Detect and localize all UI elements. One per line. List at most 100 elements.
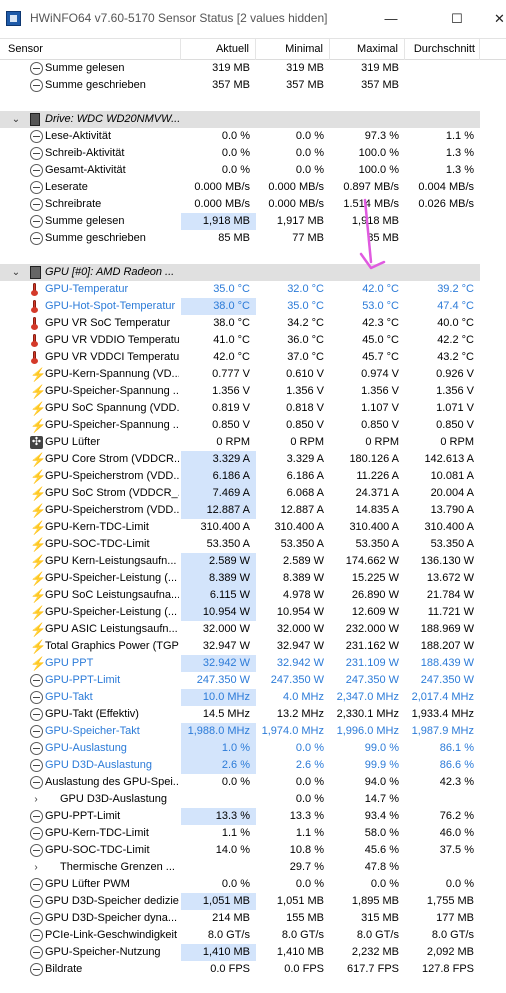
current-value: 310.400 A [200, 521, 250, 533]
sensor-row[interactable]: GPU-Takt (Effektiv) 14.5 MHz 13.2 MHz 2,330… [0, 706, 506, 723]
minimize-button[interactable]: — [368, 0, 414, 38]
maximum-value: 42.0 °C [362, 283, 399, 295]
sensor-row[interactable]: ⚡ Total Graphics Power (TGP) 32.947 W 32.94… [0, 638, 506, 655]
sensor-row[interactable]: GPU VR VDDIO Temperatur 41.0 °C 36.0 °C 45.… [0, 332, 506, 349]
column-header-maximum[interactable]: Maximal [330, 39, 405, 60]
expand-chevron-icon[interactable]: › [30, 791, 42, 808]
sensor-row[interactable]: ⚡ GPU SoC Spannung (VDD... 0.819 V 0.818 V 1… [0, 400, 506, 417]
current-value: 0 RPM [216, 436, 250, 448]
sensor-row[interactable]: Leserate 0.000 MB/s 0.000 MB/s 0.897 MB/s 0.… [0, 179, 506, 196]
sensor-row[interactable]: PCIe-Link-Geschwindigkeit 8.0 GT/s 8.0 GT/… [0, 927, 506, 944]
sensor-row[interactable]: GPU-PPT-Limit 247.350 W 247.350 W 247.350 W… [0, 672, 506, 689]
sensor-row[interactable]: ⚡ GPU-Speicherstrom (VDD... 6.186 A 6.186 A… [0, 468, 506, 485]
collapse-chevron-icon[interactable]: ⌄ [10, 264, 22, 281]
sensor-label: GPU D3D-Auslastung [60, 793, 167, 805]
sensor-subgroup-row[interactable]: › Thermische Grenzen ... 29.7 % 47.8 % [0, 859, 506, 876]
group-label: GPU [#0]: AMD Radeon ... [45, 266, 175, 278]
sensor-row[interactable]: ⚡ GPU-Speicher-Spannung ... 0.850 V 0.850 V… [0, 417, 506, 434]
sensor-row[interactable]: GPU-Kern-TDC-Limit 1.1 % 1.1 % 58.0 % 46.0 % [0, 825, 506, 842]
minimum-value: 36.0 °C [287, 334, 324, 346]
column-header-sensor[interactable]: Sensor [0, 39, 181, 60]
sensor-row[interactable]: GPU-Hot-Spot-Temperatur 38.0 °C 35.0 °C 53.… [0, 298, 506, 315]
sensor-row[interactable]: GPU-Auslastung 1.0 % 0.0 % 99.0 % 86.1 % [0, 740, 506, 757]
sensor-row[interactable]: GPU D3D-Speicher dyna... 214 MB 155 MB 315 … [0, 910, 506, 927]
current-value: 14.0 % [215, 844, 250, 856]
sensor-row[interactable]: ⚡ GPU SoC Leistungsaufna... 6.115 W 4.978 W… [0, 587, 506, 604]
sensor-row[interactable]: ⚡ GPU-Speicher-Leistung (... 8.389 W 8.389 … [0, 570, 506, 587]
sensor-row[interactable]: Bildrate 0.0 FPS 0.0 FPS 617.7 FPS 127.8 FPS [0, 961, 506, 978]
sensor-label: Schreib-Aktivität [45, 147, 125, 159]
sensor-row[interactable]: ⚡ GPU-SOC-TDC-Limit 53.350 A 53.350 A 53.350… [0, 536, 506, 553]
sensor-row[interactable]: Summe gelesen 319 MB 319 MB 319 MB [0, 60, 506, 77]
average-value: 10.081 A [430, 470, 474, 482]
sensor-label: PCIe-Link-Geschwindigkeit [45, 929, 178, 941]
minimum-value: 0.0 % [295, 130, 324, 142]
sensor-label: GPU-SOC-TDC-Limit [45, 538, 150, 550]
sensor-row[interactable]: GPU VR SoC Temperatur 38.0 °C 34.2 °C 42.3 … [0, 315, 506, 332]
sensor-label: GPU-Speicher-Takt [45, 725, 140, 737]
scrollbar[interactable] [480, 60, 506, 993]
clock-icon [30, 164, 43, 177]
sensor-row[interactable]: GPU-Speicher-Takt 1,988.0 MHz 1,974.0 MHz 1… [0, 723, 506, 740]
current-value: 1.0 % [181, 740, 256, 757]
sensor-row[interactable]: GPU D3D-Speicher dediziert 1,051 MB 1,051 … [0, 893, 506, 910]
sensor-row[interactable]: GPU-PPT-Limit 13.3 % 13.3 % 93.4 % 76.2 % [0, 808, 506, 825]
sensor-group-row[interactable]: ⌄ GPU [#0]: AMD Radeon ... [0, 264, 506, 281]
sensor-label: GPU SoC Spannung (VDD... [45, 402, 179, 414]
column-header-average[interactable]: Durchschnitt [405, 39, 480, 60]
maximum-value: 315 MB [361, 912, 399, 924]
clock-icon [30, 844, 43, 857]
sensor-row[interactable]: GPU-SOC-TDC-Limit 14.0 % 10.8 % 45.6 % 37.5 … [0, 842, 506, 859]
close-button[interactable]: ✕ [482, 0, 506, 38]
sensor-label: GPU-Kern-TDC-Limit [45, 521, 149, 533]
minimum-value: 1,410 MB [276, 946, 324, 958]
column-header-current[interactable]: Aktuell [181, 39, 256, 60]
sensor-row[interactable]: GPU-Temperatur 35.0 °C 32.0 °C 42.0 °C 39.2 … [0, 281, 506, 298]
sensor-row[interactable]: Schreibrate 0.000 MB/s 0.000 MB/s 1.514 MB/… [0, 196, 506, 213]
average-value: 86.6 % [439, 759, 474, 771]
column-header-minimum[interactable]: Minimal [256, 39, 330, 60]
sensor-row[interactable]: ⚡ GPU Core Strom (VDDCR... 3.329 A 3.329 A1… [0, 451, 506, 468]
sensor-row[interactable]: ⚡ GPU-Speicherstrom (VDD... 12.887 A 12.887… [0, 502, 506, 519]
sensor-row[interactable]: ⚡ GPU SoC Strom (VDDCR_... 7.469 A 6.068 A 2… [0, 485, 506, 502]
maximum-value: 11.226 A [356, 470, 399, 482]
sensor-row[interactable]: Auslastung des GPU-Spei... 0.0 % 0.0 % 94.0… [0, 774, 506, 791]
sensor-row[interactable]: ⚡ GPU ASIC Leistungsaufn... 32.000 W 32.000… [0, 621, 506, 638]
sensor-row[interactable]: GPU-Speicher-Nutzung 1,410 MB 1,410 MB 2,23… [0, 944, 506, 961]
sensor-row[interactable]: ⚡ GPU Kern-Leistungsaufn... 2.589 W 2.589 W… [0, 553, 506, 570]
sensor-label: GPU D3D-Auslastung [45, 759, 152, 771]
bolt-icon: ⚡ [30, 605, 47, 620]
minimum-value: 37.0 °C [287, 351, 324, 363]
sensor-group-row[interactable]: ⌄ Drive: WDC WD20NMVW... [0, 111, 506, 128]
sensor-row[interactable]: Summe geschrieben 357 MB 357 MB 357 MB [0, 77, 506, 94]
maximum-value: 93.4 % [364, 810, 399, 822]
collapse-chevron-icon[interactable]: ⌄ [10, 111, 22, 128]
sensor-row[interactable]: ⚡ GPU-Speicher-Spannung ... 1.356 V 1.356 V… [0, 383, 506, 400]
sensor-row[interactable]: Lese-Aktivität 0.0 % 0.0 % 97.3 % 1.1 % [0, 128, 506, 145]
sensor-row[interactable]: ⚡ GPU PPT 32.942 W 32.942 W 231.109 W 188.439… [0, 655, 506, 672]
sensor-row[interactable]: GPU Lüfter PWM 0.0 % 0.0 % 0.0 % 0.0 % [0, 876, 506, 893]
expand-chevron-icon[interactable]: › [30, 859, 42, 876]
sensor-row[interactable]: Gesamt-Aktivität 0.0 % 0.0 % 100.0 % 1.3 % [0, 162, 506, 179]
sensor-row[interactable]: ⚡ GPU-Speicher-Leistung (... 10.954 W 10.95… [0, 604, 506, 621]
sensor-row[interactable]: Summe geschrieben 85 MB 77 MB 85 MB [0, 230, 506, 247]
sensor-subgroup-row[interactable]: › GPU D3D-Auslastung 0.0 % 14.7 % [0, 791, 506, 808]
current-value: 0.850 V [212, 419, 250, 431]
maximize-button[interactable]: ☐ [434, 0, 480, 38]
sensor-row[interactable]: Schreib-Aktivität 0.0 % 0.0 % 100.0 % 1.3 % [0, 145, 506, 162]
sensor-row[interactable]: GPU VR VDDCI Temperatur 42.0 °C 37.0 °C 45.… [0, 349, 506, 366]
average-value: 0 RPM [440, 436, 474, 448]
sensor-row[interactable]: ⚡ GPU-Kern-Spannung (VD... 0.777 V 0.610 V 0… [0, 366, 506, 383]
sensor-label: GPU-Speicher-Spannung ... [45, 419, 179, 431]
minimum-value: 3.329 A [286, 453, 324, 465]
sensor-row[interactable]: Summe gelesen 1,918 MB 1,917 MB 1,918 MB [0, 213, 506, 230]
thermometer-icon [30, 283, 39, 296]
current-value: 247.350 W [196, 674, 250, 686]
current-value: 1,410 MB [181, 944, 256, 961]
clock-icon [30, 810, 43, 823]
clock-icon [30, 759, 43, 772]
sensor-row[interactable]: ⚡ GPU-Kern-TDC-Limit 310.400 A 310.400 A 310… [0, 519, 506, 536]
sensor-row[interactable]: GPU Lüfter 0 RPM 0 RPM 0 RPM 0 RPM [0, 434, 506, 451]
sensor-row[interactable]: GPU-Takt 10.0 MHz 4.0 MHz 2,347.0 MHz 2,017.… [0, 689, 506, 706]
sensor-row[interactable]: GPU D3D-Auslastung 2.6 % 2.6 % 99.9 % 86.6 % [0, 757, 506, 774]
